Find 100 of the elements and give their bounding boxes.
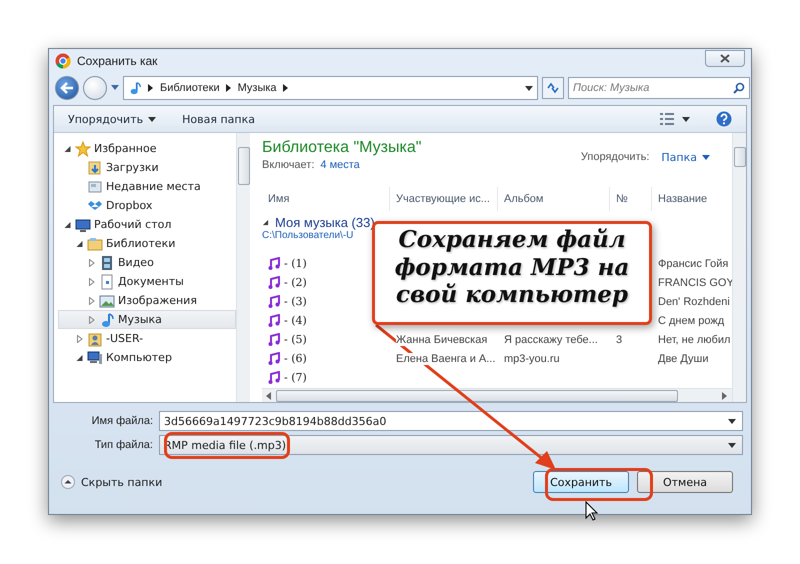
expanded-arrow-icon[interactable] [63,220,72,228]
file-name[interactable]: - (6) [284,352,307,365]
mouse-pointer-icon [586,500,598,521]
sidebar-item[interactable]: Видео [58,253,236,272]
desktop-icon [75,216,91,232]
dropdown-caret-icon[interactable] [728,442,736,448]
folder-path-link[interactable]: C:\Пользователи\-U [262,230,354,241]
address-bar[interactable]: Библиотеки Музыка [123,76,538,100]
history-caret-icon[interactable] [111,85,119,91]
sidebar-item[interactable]: Документы [58,272,236,291]
collapsed-arrow-icon[interactable] [87,278,96,286]
sidebar-item[interactable]: Dropbox [58,196,236,215]
file-name[interactable]: - (2) [284,276,307,289]
window-title: Сохранить как [77,54,158,68]
view-options-icon[interactable] [660,113,674,125]
chevron-icon[interactable] [226,84,232,92]
save-button[interactable]: Сохранить [533,471,629,493]
refresh-icon[interactable] [546,82,560,94]
collapsed-arrow-icon[interactable] [87,316,96,324]
cancel-button[interactable]: Отмена [637,471,733,493]
scroll-right-icon[interactable] [722,392,728,400]
organize-menu[interactable]: Упорядочить [68,110,156,128]
sidebar-item[interactable]: -USER- [58,329,236,348]
file-name[interactable]: - (3) [284,295,307,308]
collapsed-arrow-icon[interactable] [87,296,96,304]
music-note-icon [128,80,142,96]
sidebar-item[interactable]: Изображения [58,291,236,310]
file-name-label: Имя файла: [90,415,154,427]
library-title: Библиотека "Музыка" [262,139,422,157]
file-name[interactable]: - (1) [284,257,307,270]
hide-folders-button[interactable]: Скрыть папки [61,475,162,489]
music-icon [99,312,115,328]
video-icon [99,254,115,270]
column-header[interactable]: № [610,187,652,211]
song-title-cell: Den' Rozhdeni [658,296,730,308]
music-note-icon [268,314,280,327]
libraries-icon [87,236,103,252]
sidebar-item[interactable]: Компьютер [58,348,236,367]
music-note-icon [268,371,280,384]
sidebar-item[interactable]: Недавние места [58,177,236,196]
file-name[interactable]: - (4) [284,314,307,327]
collapsed-arrow-icon[interactable] [87,258,96,266]
artist-cell: Жанна Бичевская [396,334,488,346]
album-cell: Я расскажу тебе... [504,334,598,346]
forward-button[interactable] [83,76,107,100]
help-icon[interactable] [716,111,732,127]
expanded-arrow-icon[interactable] [63,144,72,152]
collapsed-arrow-icon[interactable] [75,334,84,342]
column-header[interactable]: Участвующие ис... [390,187,498,211]
music-note-icon [268,352,280,365]
refresh-button[interactable] [542,77,564,99]
expanded-arrow-icon[interactable] [262,219,269,226]
breadcrumb[interactable]: Музыка [238,82,277,94]
column-header[interactable]: Альбом [498,187,610,211]
favorites-icon [75,140,91,156]
close-button[interactable] [705,50,745,66]
back-button[interactable] [55,76,79,100]
file-name[interactable]: - (7) [284,371,307,384]
artist-cell: Елена Ваенга и А... [396,352,496,364]
search-field[interactable]: Поиск: Музыка [568,77,750,99]
expanded-arrow-icon[interactable] [75,240,84,248]
song-title-cell: Две Души [658,352,709,364]
song-title-cell: Нет, не любил [658,334,730,346]
scroll-left-icon[interactable] [266,392,272,400]
browser-logo-icon [55,53,71,69]
sidebar-item[interactable]: Загрузки [58,158,236,177]
music-note-icon [268,276,280,289]
computer-icon [87,350,103,366]
locations-link[interactable]: 4 места [320,159,360,171]
file-type-label: Тип файла: [94,439,154,451]
documents-icon [99,274,115,290]
sidebar-item[interactable]: Музыка [58,310,236,329]
song-title-cell: С днем рожд [658,314,724,326]
breadcrumb[interactable]: Библиотеки [160,82,220,94]
dropdown-caret-icon[interactable] [728,418,736,424]
view-caret-icon[interactable] [682,116,690,122]
chevron-icon[interactable] [148,84,154,92]
sidebar-item[interactable]: Библиотеки [58,234,236,253]
file-name-field[interactable]: 3d56669a1497723c9b8194b88dd356a0 [159,411,743,431]
sidebar-item[interactable]: Избранное [58,139,236,158]
music-note-icon [268,333,280,346]
dropdown-caret-icon[interactable] [525,86,533,90]
expanded-arrow-icon[interactable] [75,354,84,362]
new-folder-button[interactable]: Новая папка [182,110,255,128]
caret-icon[interactable] [148,116,156,122]
music-note-icon [268,295,280,308]
collapse-icon[interactable] [61,475,75,489]
song-title-cell: Франсис Гойя [658,258,728,270]
chevron-icon[interactable] [282,84,289,92]
caret-icon[interactable] [702,155,710,160]
arrange-dropdown[interactable]: Папка [661,151,710,164]
recent-icon [87,178,103,194]
annotation-callout: Сохраняем файл формата MP3 на свой компьютер [372,221,652,325]
music-note-icon [268,257,280,270]
column-header[interactable]: Имя [262,187,390,211]
file-name[interactable]: - (5) [284,333,307,346]
sidebar-item[interactable]: Рабочий стол [58,215,236,234]
album-cell: mp3-you.ru [504,352,560,364]
back-arrow-icon[interactable] [60,82,74,94]
close-icon[interactable] [719,54,731,62]
